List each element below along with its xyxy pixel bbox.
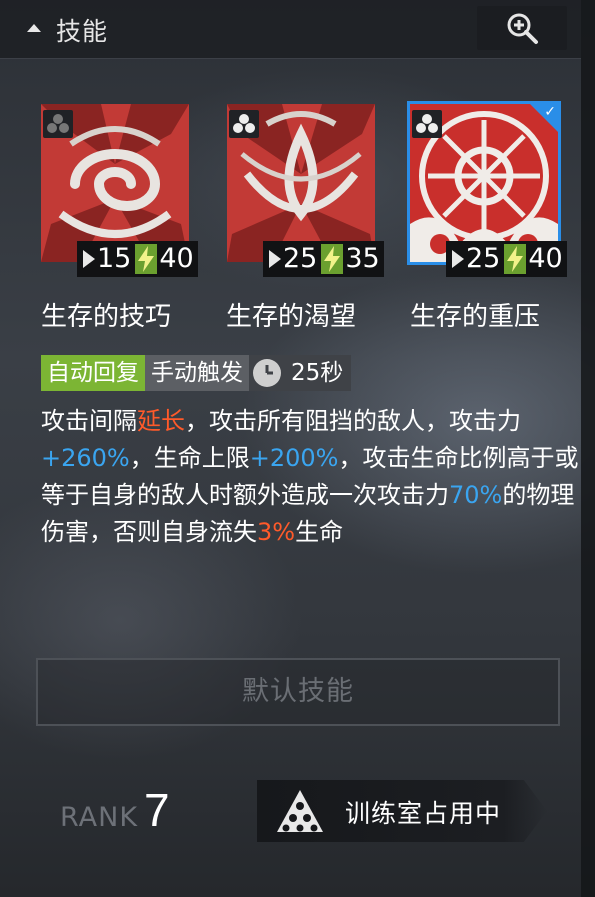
zoom-in-icon (507, 13, 538, 44)
training-status: 训练室占用中 (345, 799, 502, 828)
rank-value: 7 (144, 784, 170, 836)
elite-rank-icon (229, 110, 259, 138)
lightning-icon (135, 244, 158, 274)
sp-cost: 40 (528, 243, 563, 274)
duration-value: 25秒 (291, 360, 344, 386)
charge-play-icon (83, 250, 95, 268)
desc-value: 70% (449, 481, 503, 509)
recovery-type-tag: 自动回复 (41, 355, 145, 391)
skill-card-2[interactable]: 25 35 (227, 104, 387, 284)
skill-card-3[interactable]: ✓ 25 40 (407, 101, 570, 284)
default-skill-button[interactable]: 默认技能 (36, 658, 560, 726)
lightning-icon (504, 244, 527, 274)
charge-time: 15 (97, 243, 132, 274)
panel-title: 技能 (56, 17, 109, 46)
skill-description: 攻击间隔延长，攻击所有阻挡的敌人，攻击力+260%，生命上限+200%，攻击生命… (41, 403, 581, 551)
desc-text: 生命 (295, 518, 344, 546)
pyramid-icon (277, 790, 323, 832)
duration-tag: 25秒 (249, 355, 352, 391)
skill-cost-2: 25 35 (263, 241, 384, 277)
elite-rank-icon (412, 110, 442, 138)
skill-panel-header[interactable]: 技能 (0, 0, 581, 59)
zoom-button[interactable] (477, 6, 567, 50)
scrollbar-track (581, 0, 595, 897)
skill-card-1[interactable]: 15 40 (41, 104, 201, 284)
skill-rank: RANK 7 (60, 783, 170, 836)
desc-highlight: 3% (257, 518, 296, 546)
desc-value: +200% (249, 444, 339, 472)
clock-icon (253, 359, 281, 387)
skill-name-2[interactable]: 生存的渴望 (226, 296, 356, 333)
charge-time: 25 (283, 243, 318, 274)
desc-highlight: 延长 (137, 407, 185, 435)
trigger-type-tag: 手动触发 (145, 355, 249, 391)
checkmark-icon: ✓ (544, 104, 556, 120)
skill-panel: 技能 15 40 25 35 ✓ 25 40 生存的技巧 生存的渴望 生存的重压… (0, 0, 595, 897)
skill-tags: 自动回复 手动触发 25秒 (41, 355, 352, 391)
desc-value: +260% (41, 444, 130, 472)
elite-rank-icon (43, 110, 73, 138)
charge-time: 25 (466, 243, 501, 274)
skill-cost-3: 25 40 (446, 241, 567, 277)
charge-play-icon (452, 250, 464, 268)
skill-name-1[interactable]: 生存的技巧 (41, 296, 171, 333)
charge-play-icon (269, 250, 281, 268)
caret-up-icon[interactable] (27, 24, 41, 32)
rank-label: RANK (60, 802, 139, 833)
desc-text: ，攻击所有阻挡的敌人，攻击力 (185, 407, 521, 435)
training-room-button[interactable]: 训练室占用中 (257, 780, 547, 842)
desc-text: ，生命上限 (129, 444, 250, 472)
desc-text: 攻击间隔 (41, 407, 137, 435)
skill-cost-1: 15 40 (77, 241, 198, 277)
sp-cost: 40 (159, 243, 194, 274)
sp-cost: 35 (345, 243, 380, 274)
lightning-icon (321, 244, 344, 274)
skill-name-3[interactable]: 生存的重压 (410, 296, 540, 333)
